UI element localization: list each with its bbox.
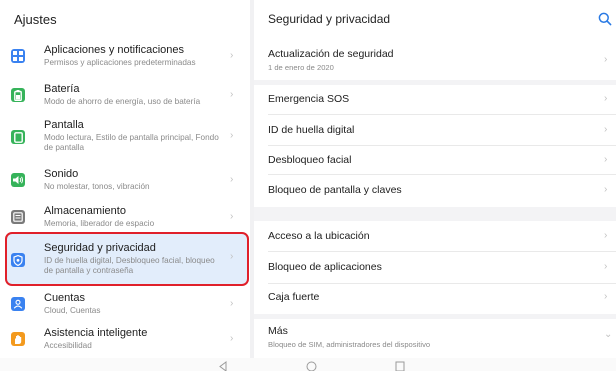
settings-item-smart-assistance[interactable]: Asistencia inteligente Accesibilidad › <box>0 323 250 355</box>
item-title: Desbloqueo facial <box>268 154 352 166</box>
account-icon <box>11 297 25 311</box>
settings-item-subtitle: Accesibilidad <box>44 341 92 350</box>
settings-item-subtitle: Permisos y aplicaciones predeterminadas <box>44 58 196 67</box>
settings-item-apps[interactable]: Aplicaciones y notificaciones Permisos y… <box>0 40 250 72</box>
section-gap <box>254 80 616 85</box>
item-title: Emergencia SOS <box>268 93 350 105</box>
settings-item-title: Batería <box>44 83 80 95</box>
settings-item-title: Almacenamiento <box>44 205 126 217</box>
shield-icon <box>11 253 25 267</box>
settings-item-subtitle: Memoria, liberador de espacio <box>44 219 155 228</box>
battery-icon <box>11 88 25 102</box>
safe-box-item[interactable]: Caja fuerte › <box>254 284 616 312</box>
chevron-right-icon: › <box>604 261 608 272</box>
detail-title: Seguridad y privacidad <box>268 12 391 26</box>
settings-item-display[interactable]: Pantalla Modo lectura, Estilo de pantall… <box>0 116 250 158</box>
chevron-right-icon: › <box>230 333 234 344</box>
settings-item-storage[interactable]: Almacenamiento Memoria, liberador de esp… <box>0 201 250 233</box>
item-subtitle: 1 de enero de 2020 <box>268 63 334 72</box>
item-title: Bloqueo de pantalla y claves <box>268 184 402 196</box>
settings-item-battery[interactable]: Batería Modo de ahorro de energía, uso d… <box>0 79 250 111</box>
chevron-right-icon: › <box>230 130 234 141</box>
item-title: Bloqueo de aplicaciones <box>268 261 382 273</box>
settings-item-title: Aplicaciones y notificaciones <box>44 44 185 56</box>
hand-icon <box>11 332 25 346</box>
emergency-sos-item[interactable]: Emergencia SOS › <box>254 86 616 114</box>
more-item[interactable]: Más Bloqueo de SIM, administradores del … <box>254 320 616 356</box>
location-access-item[interactable]: Acceso a la ubicación › <box>254 222 616 250</box>
screen-lock-passwords-item[interactable]: Bloqueo de pantalla y claves › <box>254 175 616 205</box>
item-subtitle: Bloqueo de SIM, administradores del disp… <box>268 340 431 349</box>
settings-item-title: Seguridad y privacidad <box>44 242 156 254</box>
item-title: Acceso a la ubicación <box>268 230 370 242</box>
chevron-right-icon: › <box>604 291 608 302</box>
chevron-right-icon: › <box>604 124 608 135</box>
face-unlock-item[interactable]: Desbloqueo facial › <box>254 146 616 174</box>
settings-item-subtitle: Modo de ahorro de energía, uso de baterí… <box>44 97 201 106</box>
item-title: Caja fuerte <box>268 291 320 303</box>
settings-item-subtitle: No molestar, tonos, vibración <box>44 182 150 191</box>
chevron-right-icon: › <box>230 89 234 100</box>
storage-icon <box>11 210 25 224</box>
sound-icon <box>11 173 25 187</box>
section-gap <box>254 314 616 319</box>
back-icon[interactable] <box>218 359 228 371</box>
chevron-right-icon: › <box>230 50 234 61</box>
item-title: Actualización de seguridad <box>268 48 394 60</box>
chevron-right-icon: › <box>230 298 234 309</box>
settings-item-subtitle: Cloud, Cuentas <box>44 306 101 315</box>
chevron-down-icon: ⌄ <box>604 329 613 340</box>
settings-item-title: Asistencia inteligente <box>44 327 148 339</box>
display-icon <box>11 130 25 144</box>
security-privacy-pane: Seguridad y privacidad Actualización de … <box>254 0 616 358</box>
home-icon[interactable] <box>306 359 317 371</box>
settings-item-title: Cuentas <box>44 292 85 304</box>
item-title: Más <box>268 325 288 337</box>
chevron-right-icon: › <box>604 154 608 165</box>
section-gap <box>254 207 616 221</box>
chevron-right-icon: › <box>230 174 234 185</box>
security-update-item[interactable]: Actualización de seguridad 1 de enero de… <box>254 40 616 78</box>
navigation-bar <box>0 358 616 371</box>
chevron-right-icon: › <box>604 184 608 195</box>
recents-icon[interactable] <box>395 359 405 371</box>
chevron-right-icon: › <box>604 54 608 65</box>
item-title: ID de huella digital <box>268 124 355 136</box>
settings-item-accounts[interactable]: Cuentas Cloud, Cuentas › <box>0 289 250 319</box>
chevron-right-icon: › <box>604 93 608 104</box>
chevron-right-icon: › <box>604 230 608 241</box>
search-icon[interactable] <box>598 12 612 26</box>
chevron-right-icon: › <box>230 251 234 262</box>
settings-title: Ajustes <box>14 12 57 27</box>
settings-item-sound[interactable]: Sonido No molestar, tonos, vibración › <box>0 164 250 196</box>
chevron-right-icon: › <box>230 211 234 222</box>
app-lock-item[interactable]: Bloqueo de aplicaciones › <box>254 252 616 282</box>
fingerprint-id-item[interactable]: ID de huella digital › <box>254 115 616 145</box>
settings-item-security-privacy[interactable]: Seguridad y privacidad ID de huella digi… <box>0 236 250 284</box>
apps-grid-icon <box>11 49 25 63</box>
settings-item-subtitle: ID de huella digital, Desbloqueo facial,… <box>44 256 215 275</box>
settings-item-title: Sonido <box>44 168 79 180</box>
settings-item-title: Pantalla <box>44 119 84 131</box>
settings-item-subtitle: Modo lectura, Estilo de pantalla princip… <box>44 133 219 152</box>
settings-list-pane: Ajustes Aplicaciones y notificaciones Pe… <box>0 0 250 358</box>
